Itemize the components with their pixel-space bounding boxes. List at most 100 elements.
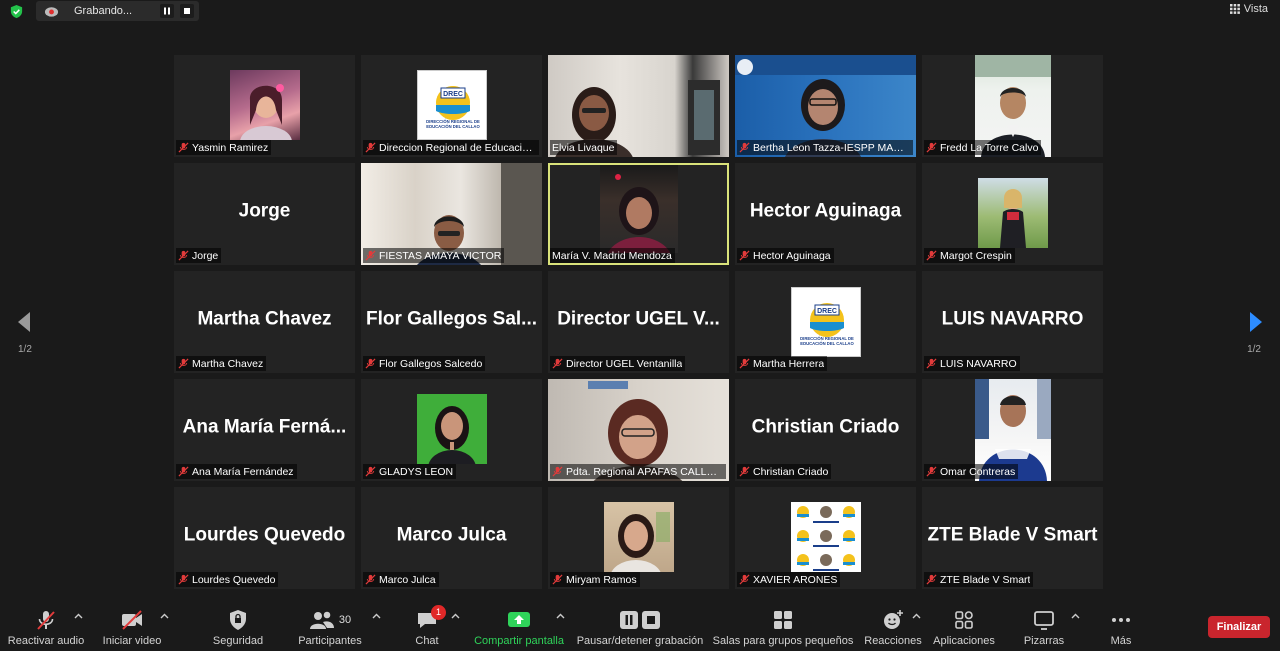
participant-tile[interactable]: Miryam Ramos <box>548 487 729 589</box>
participant-nametag: Jorge <box>176 248 222 263</box>
participant-tile[interactable]: XAVIER ARONES <box>735 487 916 589</box>
participant-name: Flor Gallegos Salcedo <box>379 357 483 370</box>
participant-nametag: Lourdes Quevedo <box>176 572 279 587</box>
previous-page-arrow-icon[interactable] <box>16 310 32 334</box>
start-video-label: Iniciar video <box>102 635 162 647</box>
pause-recording-button[interactable] <box>160 4 174 18</box>
breakout-rooms-button[interactable]: Salas para grupos pequeños <box>712 598 854 651</box>
recording-label: Grabando... <box>74 5 133 17</box>
participant-tile[interactable]: Lourdes Quevedo Lourdes Quevedo <box>174 487 355 589</box>
participant-name: Martha Herrera <box>753 357 825 370</box>
participant-video <box>599 165 678 253</box>
muted-mic-icon <box>926 142 937 153</box>
participants-button[interactable]: 30 Participantes <box>296 598 364 651</box>
participant-nametag: Christian Criado <box>737 464 832 479</box>
participant-name: Martha Chavez <box>192 357 264 370</box>
participants-icon <box>309 611 334 629</box>
participants-count: 30 <box>338 614 352 626</box>
participant-name: Ana María Fernández <box>192 465 294 478</box>
participant-tile[interactable]: Pdta. Regional APAFAS CALLAO ... <box>548 379 729 481</box>
participant-name: FIESTAS AMAYA VICTOR <box>379 249 502 262</box>
participants-options-chevron-icon[interactable] <box>372 613 381 619</box>
participant-tile[interactable]: Bertha Leon Tazza-IESPP MARIA ... <box>735 55 916 157</box>
more-button[interactable]: Más <box>1104 598 1138 651</box>
start-video-button[interactable]: Iniciar video <box>100 598 164 651</box>
participant-name: Pdta. Regional APAFAS CALLAO ... <box>566 465 723 478</box>
security-button[interactable]: Seguridad <box>208 598 268 651</box>
participant-nametag: Direccion Regional de Educación... <box>363 140 539 155</box>
participant-tile[interactable]: Hector Aguinaga Hector Aguinaga <box>735 163 916 265</box>
participant-tile[interactable]: Margot Crespin <box>922 163 1103 265</box>
whiteboards-button[interactable]: Pizarras <box>1018 598 1070 651</box>
chat-unread-badge: 1 <box>431 605 446 620</box>
unmute-button[interactable]: Reactivar audio <box>8 598 84 651</box>
whiteboards-label: Pizarras <box>1023 635 1065 647</box>
participant-display-name: Director UGEL V... <box>557 308 720 330</box>
participant-tile[interactable]: Ana María Ferná... Ana María Fernández <box>174 379 355 481</box>
participant-name: María V. Madrid Mendoza <box>552 249 672 262</box>
drec-logo: DREC DIRECCIÓN REGIONAL DE EDUCACIÓN DEL… <box>790 287 861 357</box>
breakout-rooms-icon <box>774 611 792 629</box>
participant-tile[interactable]: FIESTAS AMAYA VICTOR <box>361 163 542 265</box>
participant-name: XAVIER ARONES <box>753 573 838 586</box>
participant-nametag: ZTE Blade V Smart <box>924 572 1034 587</box>
participant-tile[interactable]: Omar Contreras <box>922 379 1103 481</box>
active-speaker-tile[interactable]: María V. Madrid Mendoza <box>548 163 729 265</box>
muted-mic-icon <box>552 574 563 585</box>
participant-nametag: Pdta. Regional APAFAS CALLAO ... <box>550 464 726 479</box>
participant-tile[interactable]: Yasmin Ramirez <box>174 55 355 157</box>
breakout-rooms-label: Salas para grupos pequeños <box>712 635 854 647</box>
whiteboards-options-chevron-icon[interactable] <box>1071 613 1080 619</box>
stop-recording-button[interactable] <box>180 4 194 18</box>
muted-mic-icon <box>37 611 55 630</box>
participant-display-name: Marco Julca <box>396 524 507 546</box>
participant-tile[interactable]: Marco Julca Marco Julca <box>361 487 542 589</box>
participant-tile[interactable]: Christian Criado Christian Criado <box>735 379 916 481</box>
participant-tile[interactable]: DREC DIRECCIÓN REGIONAL DE EDUCACIÓN DEL… <box>735 271 916 373</box>
participant-name: Fredd La Torre Calvo <box>940 141 1039 154</box>
share-options-chevron-icon[interactable] <box>556 613 565 619</box>
apps-button[interactable]: Aplicaciones <box>932 598 996 651</box>
participant-tile[interactable]: Fredd La Torre Calvo <box>922 55 1103 157</box>
unmute-label: Reactivar audio <box>7 635 85 647</box>
participant-display-name: Martha Chavez <box>197 308 332 330</box>
share-screen-button[interactable]: Compartir pantalla <box>472 598 566 651</box>
reactions-options-chevron-icon[interactable] <box>912 613 921 619</box>
reactions-button[interactable]: Reacciones <box>864 598 922 651</box>
page-indicator-right: 1/2 <box>1247 344 1261 355</box>
participant-display-name: ZTE Blade V Smart <box>927 524 1098 546</box>
chat-options-chevron-icon[interactable] <box>451 613 460 619</box>
participant-name: Marco Julca <box>379 573 436 586</box>
smiley-add-icon <box>884 610 903 629</box>
muted-mic-icon <box>739 466 750 477</box>
participant-tile[interactable]: GLADYS LEON <box>361 379 542 481</box>
participant-nametag: Elvia Livaque <box>550 140 618 155</box>
participant-tile[interactable]: Elvia Livaque <box>548 55 729 157</box>
participant-tile[interactable]: Martha Chavez Martha Chavez <box>174 271 355 373</box>
pause-stop-recording-button[interactable]: Pausar/detener grabación <box>576 598 704 651</box>
next-page-arrow-icon[interactable] <box>1248 310 1264 334</box>
participant-display-name: Flor Gallegos Sal... <box>365 308 538 330</box>
security-shield-icon <box>10 4 23 19</box>
participant-nametag: Margot Crespin <box>924 248 1015 263</box>
participant-tile[interactable]: ZTE Blade V Smart ZTE Blade V Smart <box>922 487 1103 589</box>
participant-tile[interactable]: Flor Gallegos Sal... Flor Gallegos Salce… <box>361 271 542 373</box>
audio-options-chevron-icon[interactable] <box>74 613 83 619</box>
apps-label: Aplicaciones <box>933 635 995 647</box>
end-meeting-button[interactable]: Finalizar <box>1208 616 1270 638</box>
participant-nametag: Bertha Leon Tazza-IESPP MARIA ... <box>737 140 913 155</box>
participant-tile[interactable]: DREC DIRECCIÓN REGIONAL DE EDUCACIÓN DEL… <box>361 55 542 157</box>
view-button[interactable]: Vista <box>1229 1 1268 17</box>
participant-photo <box>229 70 300 140</box>
participant-nametag: Martha Herrera <box>737 356 828 371</box>
video-options-chevron-icon[interactable] <box>160 613 169 619</box>
participant-tile[interactable]: Director UGEL V... Director UGEL Ventani… <box>548 271 729 373</box>
shield-icon <box>230 610 246 630</box>
reactions-label: Reacciones <box>864 635 922 647</box>
chat-button[interactable]: 1 Chat <box>406 598 448 651</box>
more-label: Más <box>1110 635 1132 647</box>
participant-tile[interactable]: Jorge Jorge <box>174 163 355 265</box>
muted-mic-icon <box>926 574 937 585</box>
participant-tile[interactable]: LUIS NAVARRO LUIS NAVARRO <box>922 271 1103 373</box>
cloud-record-icon <box>44 7 59 17</box>
